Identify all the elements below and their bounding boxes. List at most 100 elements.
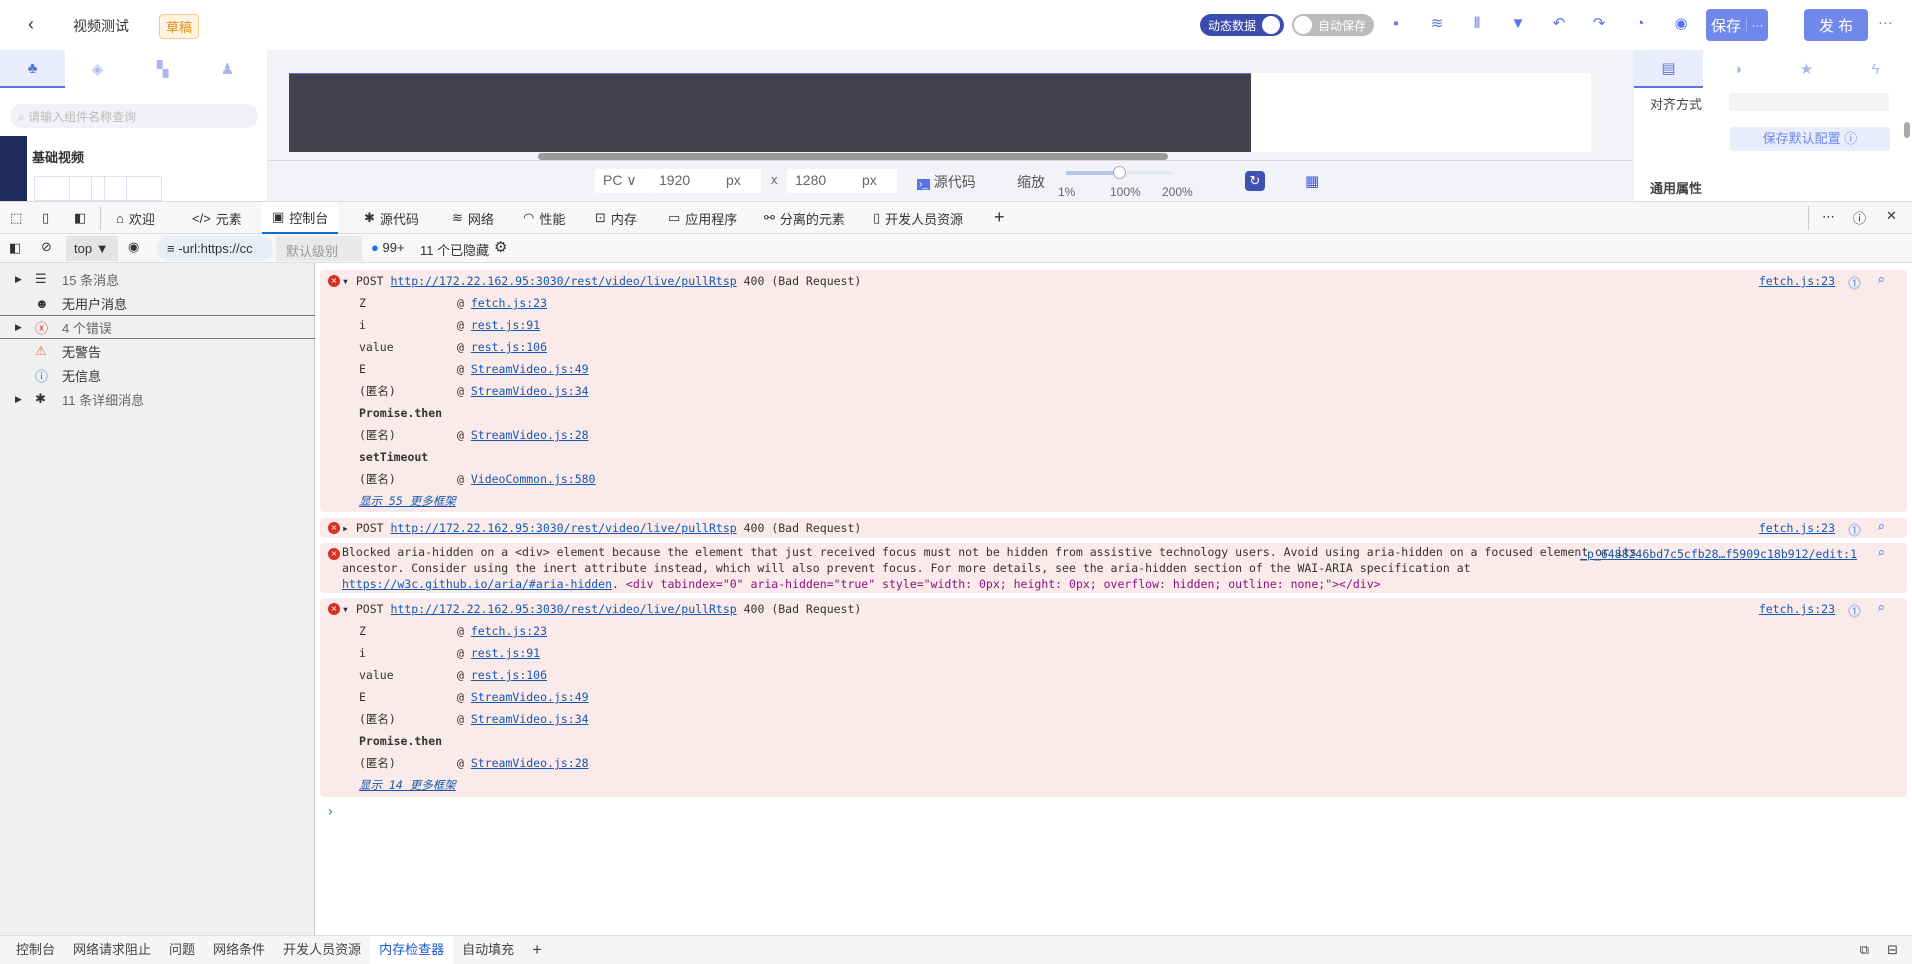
sidebar-item-verbose[interactable]: ▶ ✱ 11 条详细消息 [0, 387, 315, 411]
show-more-frames-link[interactable]: 显示 55 更多框架 [359, 494, 456, 508]
inspect-icon[interactable]: ⬚ [10, 210, 22, 226]
search-icon[interactable]: ⌕ [1877, 546, 1885, 561]
sidebar-item-warnings[interactable]: ⚠ 无警告 [0, 339, 315, 363]
tab-developer-resources[interactable]: ▯ 开发人员资源 [873, 202, 963, 234]
autosave-toggle[interactable]: 自动保存 [1292, 14, 1375, 36]
undo-icon[interactable]: ↶ [1550, 15, 1568, 33]
source-link[interactable]: fetch.js:23 [1759, 602, 1835, 616]
tab-properties[interactable]: ▤ [1634, 50, 1703, 88]
search-icon[interactable]: ⌕ [1877, 601, 1885, 616]
device-toggle-icon[interactable]: ▯ [42, 210, 49, 226]
source-link[interactable]: fetch.js:23 [1759, 521, 1835, 535]
live-expression-icon[interactable]: ◉ [128, 239, 139, 255]
tab-detached-elements[interactable]: ⚯ 分离的元素 [764, 202, 845, 234]
stack-source-link[interactable]: rest.js:106 [471, 668, 547, 682]
message-header[interactable]: ▸ POST http://172.22.162.95:3030/rest/vi… [342, 517, 861, 539]
component-search-input[interactable]: ⌕ 请输入组件名称查询 [10, 104, 258, 128]
source-code-button[interactable]: ›_ 源代码 [917, 172, 976, 192]
tab-elements[interactable]: </> 元素 [192, 202, 242, 234]
context-select[interactable]: top ▼ [66, 236, 118, 261]
back-icon[interactable]: ‹ [28, 14, 34, 35]
search-icon[interactable]: ⌕ [1877, 520, 1885, 535]
help-icon[interactable]: ⓘ [1853, 208, 1866, 227]
tab-templates[interactable]: ▚ [130, 50, 195, 88]
sidebar-item-errors[interactable]: ▶ ⓧ 4 个错误 [0, 315, 315, 339]
device-select[interactable]: PC ∨ [595, 169, 653, 193]
save-button[interactable]: 保存 [1706, 15, 1746, 36]
more-options-icon[interactable]: ⋯ [1822, 209, 1835, 225]
close-drawer-icon[interactable]: ⊟ [1878, 936, 1912, 964]
log-level-select[interactable]: 默认级别 ▼ [276, 236, 362, 275]
clear-console-icon[interactable]: ⊘ [41, 239, 52, 255]
dynamic-data-toggle[interactable]: 动态数据 [1200, 14, 1285, 36]
stack-source-link[interactable]: StreamVideo.js:34 [471, 384, 589, 398]
history-clock-icon[interactable]: ◔ [1631, 15, 1649, 33]
stack-source-link[interactable]: StreamVideo.js:28 [471, 756, 589, 770]
height-input[interactable]: 1280 px [787, 169, 897, 193]
zoom-slider[interactable] [1066, 166, 1172, 179]
dock-icon[interactable]: ◧ [74, 210, 86, 226]
theme-shirt-icon[interactable]: ▼ [1509, 15, 1527, 33]
width-input[interactable]: 1920 px [651, 169, 761, 193]
tab-console[interactable]: ▣ 控制台 [262, 202, 339, 234]
tab-network[interactable]: ≋ 网络 [452, 202, 494, 234]
issues-button[interactable]: ● 99+ [371, 240, 405, 255]
preview-eye-icon[interactable]: ◉ [1672, 15, 1690, 33]
code-file-icon[interactable]: ▪ [1387, 15, 1405, 33]
tab-application[interactable]: ▭ 应用程序 [668, 202, 737, 234]
source-link[interactable]: fetch.js:23 [1759, 274, 1835, 288]
stack-source-link[interactable]: StreamVideo.js:28 [471, 428, 589, 442]
tab-user[interactable]: ♟ [195, 50, 260, 88]
sidebar-item-user-messages[interactable]: ☻ 无用户消息 [0, 291, 315, 315]
bars-icon[interactable]: ⦀ [1468, 15, 1486, 33]
stack-source-link[interactable]: StreamVideo.js:49 [471, 690, 589, 704]
request-url-link[interactable]: http://172.22.162.95:3030/rest/video/liv… [391, 602, 737, 616]
publish-button[interactable]: 发 布 [1804, 9, 1868, 41]
save-default-config-button[interactable]: 保存默认配置 ⓘ [1730, 127, 1890, 151]
more-menu-button[interactable]: ··· [1878, 14, 1893, 31]
network-request-icon[interactable]: ⓵ [1848, 520, 1861, 539]
add-drawer-tab-icon[interactable]: + [523, 936, 551, 964]
tab-sources[interactable]: ✱ 源代码 [364, 202, 419, 234]
stack-source-link[interactable]: rest.js:91 [471, 318, 540, 332]
video-component[interactable] [289, 73, 1251, 152]
stack-source-link[interactable]: rest.js:91 [471, 646, 540, 660]
tab-performance[interactable]: ◠ 性能 [523, 202, 565, 234]
drawer-tab-developer-resources[interactable]: 开发人员资源 [274, 936, 370, 964]
drawer-tab-issues[interactable]: 问题 [160, 936, 204, 964]
dom-node-ref[interactable]: <div tabindex="0" aria-hidden="true" sty… [626, 577, 1381, 591]
aria-spec-link[interactable]: https://w3c.github.io/aria/#aria-hidden [342, 577, 612, 591]
save-more-button[interactable]: ··· [1746, 18, 1768, 32]
stack-source-link[interactable]: rest.js:106 [471, 340, 547, 354]
message-header[interactable]: ▾ POST http://172.22.162.95:3030/rest/vi… [342, 598, 861, 620]
drawer-tab-console[interactable]: 控制台 [0, 936, 64, 964]
show-more-frames-link[interactable]: 显示 14 更多框架 [359, 778, 456, 792]
console-prompt[interactable]: › [326, 804, 334, 820]
sidebar-item-messages[interactable]: ▶ ☰ 15 条消息 [0, 267, 315, 291]
tab-welcome[interactable]: ⌂ 欢迎 [116, 202, 155, 234]
search-icon[interactable]: ⌕ [1877, 273, 1885, 288]
component-item[interactable] [104, 176, 162, 201]
grid-icon[interactable]: ▦ [1305, 172, 1319, 190]
stack-source-link[interactable]: fetch.js:23 [471, 624, 547, 638]
stack-source-link[interactable]: StreamVideo.js:34 [471, 712, 589, 726]
network-request-icon[interactable]: ⓵ [1848, 601, 1861, 620]
tab-favorites[interactable]: ★ [1772, 50, 1841, 88]
zoom-slider-handle[interactable] [1113, 166, 1126, 179]
sidebar-toggle-icon[interactable]: ◧ [9, 240, 21, 256]
reset-zoom-icon[interactable]: ↻ [1245, 171, 1265, 191]
settings-gear-icon[interactable]: ⚙ [494, 238, 507, 256]
tab-events[interactable]: ϟ [1841, 50, 1910, 88]
message-header[interactable]: ▾ POST http://172.22.162.95:3030/rest/vi… [342, 270, 861, 292]
stack-source-link[interactable]: VideoCommon.js:580 [471, 472, 596, 486]
drawer-tab-memory-inspector[interactable]: 内存检查器 [370, 936, 454, 964]
stack-source-link[interactable]: StreamVideo.js:49 [471, 362, 589, 376]
drawer-tab-autofill[interactable]: 自动填充 [453, 936, 523, 964]
add-tab-icon[interactable]: + [994, 207, 1005, 228]
stack-source-link[interactable]: fetch.js:23 [471, 296, 547, 310]
align-select[interactable] [1729, 93, 1889, 111]
horizontal-scrollbar[interactable] [538, 153, 1168, 160]
panel-scrollbar[interactable] [1904, 122, 1910, 138]
database-icon[interactable]: ≋ [1428, 15, 1446, 33]
undock-drawer-icon[interactable]: ⧉ [1851, 936, 1878, 964]
